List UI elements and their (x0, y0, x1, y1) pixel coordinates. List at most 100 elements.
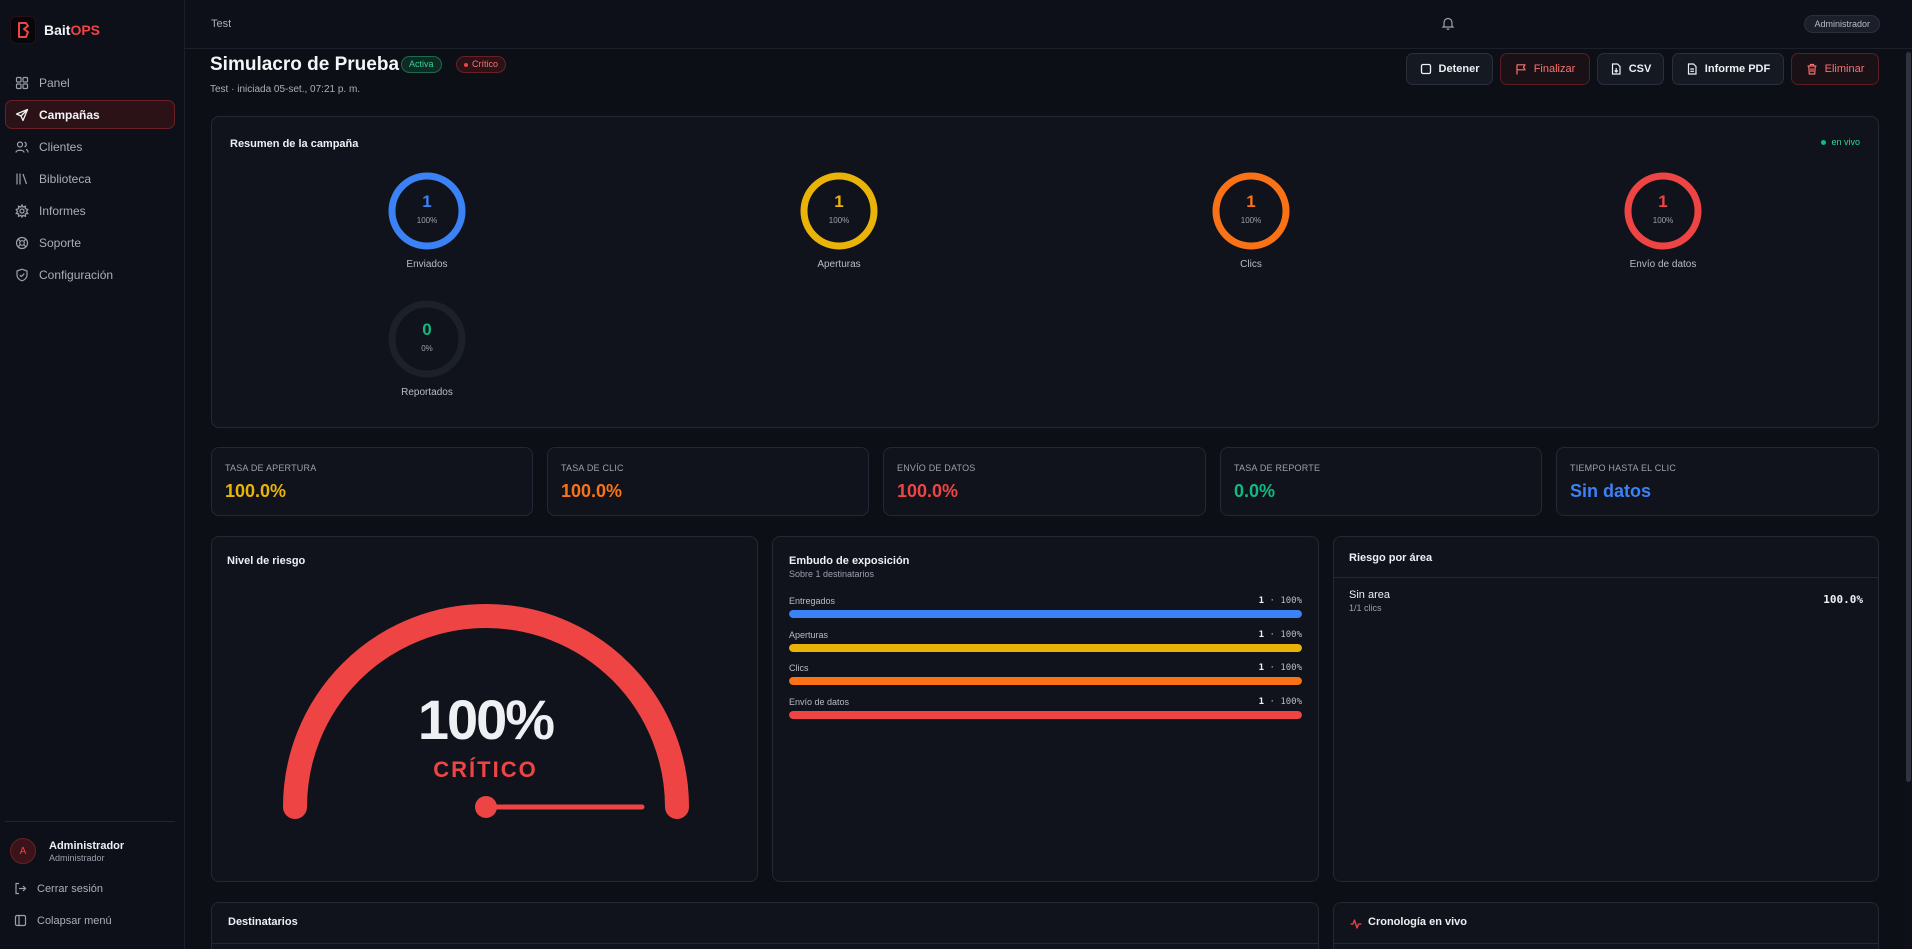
page-subtitle: Test · iniciada 05-set., 07:21 p. m. (210, 84, 361, 95)
sidebar-nav: Panel Campañas Clientes Biblioteca Infor… (5, 68, 175, 292)
grid-icon (15, 76, 29, 89)
bell-icon[interactable] (1441, 16, 1455, 30)
sidebar-item-label: Informes (39, 203, 86, 218)
metric-value: 1 (422, 192, 432, 211)
stat-value: 0.0% (1234, 481, 1276, 501)
risk-gauge-hub (475, 796, 497, 818)
sidebar-item-settings[interactable]: Configuración (5, 260, 175, 289)
delete-label: Eliminar (1824, 63, 1865, 75)
logout-button[interactable]: Cerrar sesión (14, 882, 103, 895)
sidebar-item-label: Soporte (39, 235, 82, 250)
lifebuoy-icon (15, 236, 29, 249)
funnel-count: 1 (1258, 596, 1265, 606)
send-icon (15, 108, 29, 121)
stat-label: TASA DE REPORTE (1234, 463, 1321, 473)
live-timeline-card: Cronología en vivo (1333, 902, 1879, 949)
collapse-menu-button[interactable]: Colapsar menú (14, 914, 112, 927)
area-subtitle: 1/1 clics (1349, 603, 1382, 613)
funnel-row-clicks: Clics 1 · 100% (789, 663, 1302, 685)
sidebar: BaitOPS Panel Campañas Clientes Bibliote… (0, 0, 185, 949)
risk-by-area-card: Riesgo por área Sin area 1/1 clics 100.0… (1333, 536, 1879, 882)
risk-badge-label: Crítico (472, 59, 499, 69)
card-subtitle: Sobre 1 destinatarios (789, 569, 875, 579)
breadcrumb[interactable]: Test (211, 18, 231, 30)
metric-data-submitted: 1 100% Envío de datos (1603, 171, 1723, 270)
metric-sent: 1 100% Enviados (367, 171, 487, 270)
funnel-bar-track (789, 711, 1302, 719)
sidebar-item-label: Clientes (39, 139, 83, 154)
stop-button[interactable]: Detener (1406, 53, 1493, 85)
stat-label: TIEMPO HASTA EL CLIC (1570, 463, 1677, 473)
sidebar-item-library[interactable]: Biblioteca (5, 164, 175, 193)
activity-icon (1350, 919, 1362, 929)
stop-label: Detener (1438, 63, 1480, 75)
stat-value: 100.0% (225, 481, 287, 501)
logout-icon (15, 882, 27, 895)
csv-button[interactable]: CSV (1597, 53, 1664, 85)
page-title: Simulacro de Prueba (210, 54, 400, 75)
risk-level-card: Nivel de riesgo 100% CRÍTICO (211, 536, 758, 882)
finish-label: Finalizar (1533, 63, 1576, 75)
area-name: Sin area (1349, 589, 1390, 601)
trash-icon (1807, 63, 1817, 75)
shield-icon (16, 268, 28, 281)
stat-value: 100.0% (561, 481, 623, 501)
flag-icon (1516, 64, 1526, 75)
funnel-percent: 100% (1280, 697, 1302, 707)
risk-level-label: CRÍTICO (433, 757, 538, 782)
stat-card-time-to-click: TIEMPO HASTA EL CLIC Sin datos (1556, 447, 1879, 516)
collapse-menu-label: Colapsar menú (37, 914, 112, 927)
card-title: Resumen de la campaña (230, 138, 359, 150)
live-label: en vivo (1831, 137, 1860, 147)
csv-label: CSV (1628, 63, 1652, 75)
logo[interactable]: BaitOPS (10, 15, 100, 45)
brand-name: BaitOPS (44, 22, 101, 38)
funnel-bar-track (789, 677, 1302, 685)
pdf-report-button[interactable]: Informe PDF (1672, 53, 1784, 85)
metric-label: Enviados (406, 259, 448, 270)
funnel-bar-fill (789, 677, 1302, 685)
metric-percent: 100% (1240, 216, 1262, 225)
sidebar-item-clients[interactable]: Clientes (5, 132, 175, 161)
stop-icon (1420, 63, 1431, 75)
metric-label: Reportados (401, 387, 453, 398)
funnel-count: 1 (1258, 663, 1265, 673)
card-divider (1334, 943, 1878, 944)
stat-value: Sin datos (1570, 481, 1652, 501)
area-value: 100.0% (1823, 593, 1863, 606)
sidebar-item-reports[interactable]: Informes (5, 196, 175, 225)
status-badge: Activa (401, 56, 442, 73)
exposure-funnel-card: Embudo de exposición Sobre 1 destinatari… (772, 536, 1319, 882)
finish-button[interactable]: Finalizar (1500, 53, 1590, 85)
funnel-percent: 100% (1280, 663, 1302, 673)
sidebar-item-label: Configuración (39, 267, 114, 282)
metric-value: 1 (1658, 192, 1668, 211)
stat-card-open-rate: TASA DE APERTURA 100.0% (211, 447, 533, 516)
metric-label: Envío de datos (1629, 259, 1697, 270)
stat-card-report-rate: TASA DE REPORTE 0.0% (1220, 447, 1542, 516)
sidebar-item-campaigns[interactable]: Campañas (5, 100, 175, 129)
sidebar-item-label: Panel (39, 75, 70, 90)
stat-value: 100.0% (897, 481, 959, 501)
users-icon (15, 140, 29, 153)
user-profile[interactable]: A Administrador Administrador (10, 838, 124, 864)
funnel-row-opens: Aperturas 1 · 100% (789, 630, 1302, 652)
user-menu-button[interactable]: Administrador (1804, 15, 1880, 33)
scrollbar-thumb[interactable] (1906, 52, 1911, 782)
recipients-card: Destinatarios (211, 902, 1319, 949)
delete-button[interactable]: Eliminar (1791, 53, 1879, 85)
risk-dot (464, 62, 468, 67)
sidebar-item-support[interactable]: Soporte (5, 228, 175, 257)
funnel-row-data-submitted: Envío de datos 1 · 100% (789, 697, 1302, 719)
sidebar-item-panel[interactable]: Panel (5, 68, 175, 97)
pdf-report-label: Informe PDF (1704, 63, 1771, 75)
user-name: Administrador (49, 839, 125, 852)
sidebar-divider (5, 821, 175, 822)
topbar: Test Administrador (185, 0, 1912, 49)
campaign-summary-card: Resumen de la campaña en vivo 1 100% Env… (211, 116, 1879, 428)
panel-collapse-icon (14, 914, 27, 927)
metric-label: Aperturas (817, 259, 861, 270)
funnel-label: Entregados (789, 596, 836, 606)
card-title: Riesgo por área (1349, 552, 1433, 564)
sidebar-item-label: Biblioteca (39, 171, 92, 186)
